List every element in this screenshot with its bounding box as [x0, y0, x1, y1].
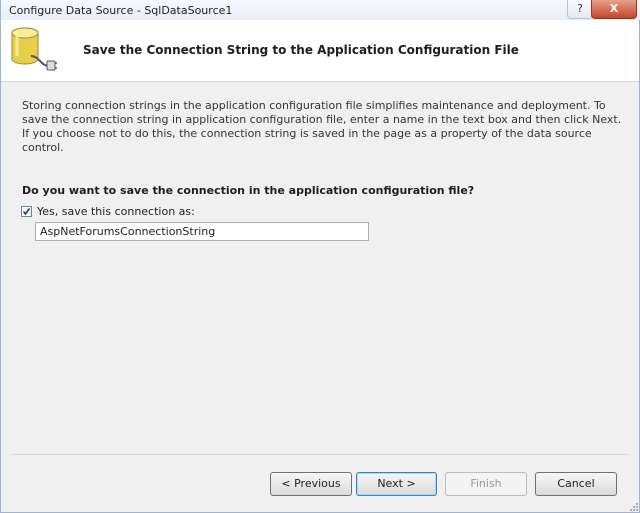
configure-data-source-dialog: Configure Data Source - SqlDataSource1 ?…	[0, 0, 640, 513]
save-connection-label[interactable]: Yes, save this connection as:	[37, 205, 195, 218]
title-bar-background-decoration	[236, 0, 566, 18]
help-button[interactable]: ?	[567, 0, 593, 19]
resize-grip-icon[interactable]	[627, 500, 639, 512]
wizard-header: Save the Connection String to the Applic…	[1, 20, 639, 82]
page-title: Save the Connection String to the Applic…	[83, 43, 519, 57]
close-button[interactable]: X	[591, 0, 637, 19]
connection-name-input[interactable]	[35, 222, 369, 241]
title-bar[interactable]: Configure Data Source - SqlDataSource1 ?…	[1, 0, 640, 20]
save-question: Do you want to save the connection in th…	[22, 184, 475, 197]
window-title: Configure Data Source - SqlDataSource1	[9, 4, 233, 17]
database-plug-icon	[11, 27, 57, 71]
button-separator	[11, 454, 629, 455]
next-button[interactable]: Next >	[356, 472, 437, 496]
checkmark-icon	[22, 208, 31, 216]
cancel-button[interactable]: Cancel	[535, 472, 617, 496]
description-text: Storing connection strings in the applic…	[22, 99, 622, 154]
finish-button: Finish	[445, 472, 527, 496]
previous-button[interactable]: < Previous	[270, 472, 352, 496]
save-connection-checkbox[interactable]	[21, 206, 32, 217]
